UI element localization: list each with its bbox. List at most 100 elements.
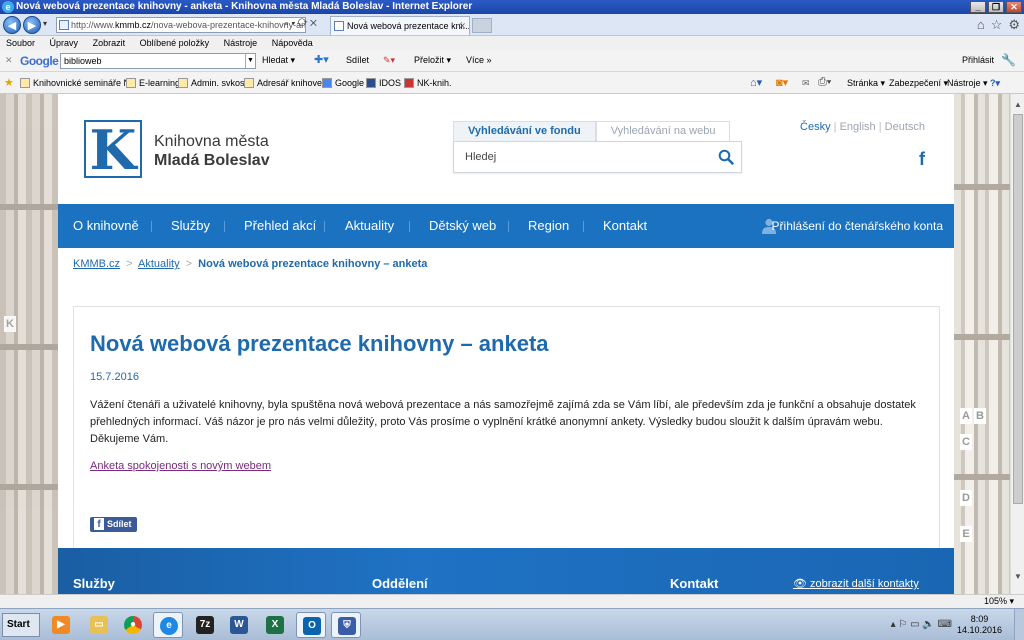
tray-icons[interactable]: ▴ ⚐ ▭ 🔈 ⌨ — [891, 619, 952, 630]
media-player-icon[interactable]: ▶ — [46, 612, 76, 638]
google-search-button[interactable]: Hledat ▾ — [262, 55, 295, 66]
tab-search-catalog[interactable]: Vyhledávání ve fondu — [453, 121, 596, 141]
tab-close-icon[interactable]: ✕ — [458, 17, 466, 35]
breadcrumb-home[interactable]: KMMB.cz — [73, 258, 120, 270]
google-search-dropdown-icon[interactable]: ▼ — [245, 54, 255, 68]
favorite-item[interactable]: Google — [322, 78, 364, 88]
print-icon[interactable]: ⎙▾ — [818, 76, 831, 89]
library-name[interactable]: Knihovna města Mladá Boleslav — [154, 132, 270, 170]
outlook-icon[interactable]: O — [296, 612, 326, 638]
file-explorer-icon[interactable]: ▭ — [84, 612, 114, 638]
chrome-icon[interactable]: ● — [118, 612, 148, 638]
lang-en[interactable]: English — [840, 121, 876, 133]
minimize-button[interactable]: _ — [970, 1, 986, 13]
menu-help[interactable]: Nápověda — [272, 38, 313, 48]
favorite-item[interactable]: IDOS — [366, 78, 401, 88]
nav-item-kids[interactable]: Dětský web — [429, 204, 496, 248]
settings-gear-icon[interactable]: ⚙ — [1008, 17, 1020, 33]
favorite-item[interactable]: E-learning — [126, 78, 180, 88]
more-button[interactable]: Více » — [466, 55, 492, 65]
nav-item-region[interactable]: Region — [528, 204, 569, 248]
share-button[interactable]: Sdílet — [346, 55, 369, 65]
home-icon[interactable]: ⌂ — [977, 17, 985, 33]
start-button[interactable]: Start — [2, 613, 40, 637]
wrench-icon[interactable]: 🔧 — [1001, 53, 1016, 67]
browser-tab[interactable]: Nová webová prezentace kni... ✕ — [330, 16, 470, 35]
site-search-input[interactable]: Hledej — [453, 141, 742, 173]
facebook-share-button[interactable]: f Sdílet — [90, 517, 137, 532]
shelf-label: A — [960, 408, 972, 424]
restore-button[interactable]: ❐ — [988, 1, 1004, 13]
address-tools[interactable]: ⌕ ▾ ⟳ ✕ — [284, 18, 317, 29]
lang-de[interactable]: Deutsch — [885, 121, 925, 133]
google-search-input[interactable]: biblioweb ▼ — [60, 53, 256, 69]
scroll-up-icon[interactable]: ▲ — [1013, 100, 1023, 110]
survey-link[interactable]: Anketa spokojenosti s novým webem — [90, 460, 271, 472]
internet-explorer-icon[interactable]: e — [153, 612, 183, 638]
lang-cs[interactable]: Česky — [800, 121, 831, 133]
forward-button[interactable]: ▶ — [23, 16, 41, 34]
vertical-scrollbar[interactable]: ▲ ▼ — [1010, 94, 1024, 594]
menu-edit[interactable]: Úpravy — [50, 38, 79, 48]
breadcrumb-news[interactable]: Aktuality — [138, 258, 180, 270]
puzzle-icon[interactable]: ✚▾ — [314, 53, 329, 66]
nav-item-services[interactable]: Služby — [171, 204, 210, 248]
nav-separator — [224, 221, 225, 232]
favorite-label: IDOS — [379, 78, 402, 88]
scroll-down-icon[interactable]: ▼ — [1013, 572, 1023, 582]
close-button[interactable]: ✕ — [1006, 1, 1022, 13]
clock[interactable]: 8:09 14.10.2016 — [957, 614, 1002, 636]
translate-button[interactable]: Přeložit ▾ — [414, 55, 451, 66]
breadcrumb-current: Nová webová prezentace knihovny – anketa — [198, 258, 428, 270]
rss-icon[interactable]: ◙▾ — [776, 76, 788, 89]
search-icon[interactable] — [718, 149, 734, 165]
help-menu[interactable]: ?▾ — [990, 78, 1000, 89]
excel-glyph: X — [266, 616, 284, 634]
7zip-icon[interactable]: 7z — [190, 612, 220, 638]
new-tab-button[interactable] — [472, 18, 492, 33]
reader-account-login-link[interactable]: Přihlášení do čtenářského konta — [772, 204, 943, 248]
menu-tools[interactable]: Nástroje — [224, 38, 258, 48]
toolbar-close-icon[interactable]: ✕ — [5, 55, 13, 66]
facebook-icon[interactable]: f — [919, 149, 925, 170]
menu-favorites[interactable]: Oblíbené položky — [140, 38, 210, 48]
favorites-star-icon[interactable]: ★ — [4, 76, 14, 89]
search-tabs: Vyhledávání ve fondu Vyhledávání na webu — [453, 121, 731, 141]
library-logo-icon[interactable]: K — [84, 120, 142, 178]
show-desktop-button[interactable] — [1014, 609, 1024, 640]
nav-item-contact[interactable]: Kontakt — [603, 204, 647, 248]
page-menu[interactable]: Stránka ▾ — [847, 78, 885, 89]
menu-file[interactable]: Soubor — [6, 38, 35, 48]
url-domain: kmmb.cz — [115, 20, 152, 30]
excel-icon[interactable]: X — [260, 612, 290, 638]
more-contacts-link[interactable]: 👁 zobrazit další kontakty — [793, 577, 919, 590]
favorite-item[interactable]: NK-knih. — [404, 78, 452, 88]
nav-item-news[interactable]: Aktuality — [345, 204, 394, 248]
library-name-line2: Mladá Boleslav — [154, 152, 270, 169]
main-navigation: O knihovně Služby Přehled akcí Aktuality… — [58, 204, 954, 248]
tools-menu[interactable]: Nástroje ▾ — [947, 78, 988, 89]
nav-item-events[interactable]: Přehled akcí — [244, 204, 316, 248]
favorite-item[interactable]: Adresář knihoven — [244, 78, 327, 88]
tab-search-web[interactable]: Vyhledávání na webu — [595, 121, 731, 141]
home-cmd-icon[interactable]: ⌂▾ — [750, 76, 762, 89]
mail-icon[interactable]: ✉ — [802, 78, 810, 89]
favorites-star-icon[interactable]: ☆ — [991, 17, 1003, 33]
address-field[interactable]: http://www.kmmb.cz/nova-webova-prezentac… — [56, 17, 306, 33]
security-shield-icon[interactable]: ⛨ — [331, 612, 361, 638]
nav-separator — [583, 221, 584, 232]
nav-item-about[interactable]: O knihovně — [73, 204, 139, 248]
article-title: Nová webová prezentace knihovny – anketa — [90, 331, 549, 356]
history-dropdown-icon[interactable]: ▾ — [43, 19, 47, 28]
back-button[interactable]: ◀ — [3, 16, 21, 34]
google-signin-link[interactable]: Přihlásit — [962, 55, 994, 65]
menu-view[interactable]: Zobrazit — [93, 38, 126, 48]
scrollbar-thumb[interactable] — [1013, 114, 1023, 504]
spellcheck-icon[interactable]: ✎▾ — [383, 55, 395, 66]
zoom-level[interactable]: 105% ▾ — [984, 596, 1014, 607]
favorite-item[interactable]: Knihovnické semináře NK — [20, 78, 136, 88]
security-menu[interactable]: Zabezpečení ▾ — [889, 78, 948, 89]
favorite-item[interactable]: Admin. svkos — [178, 78, 245, 88]
language-switcher: Česky | English | Deutsch — [800, 121, 925, 133]
word-icon[interactable]: W — [224, 612, 254, 638]
